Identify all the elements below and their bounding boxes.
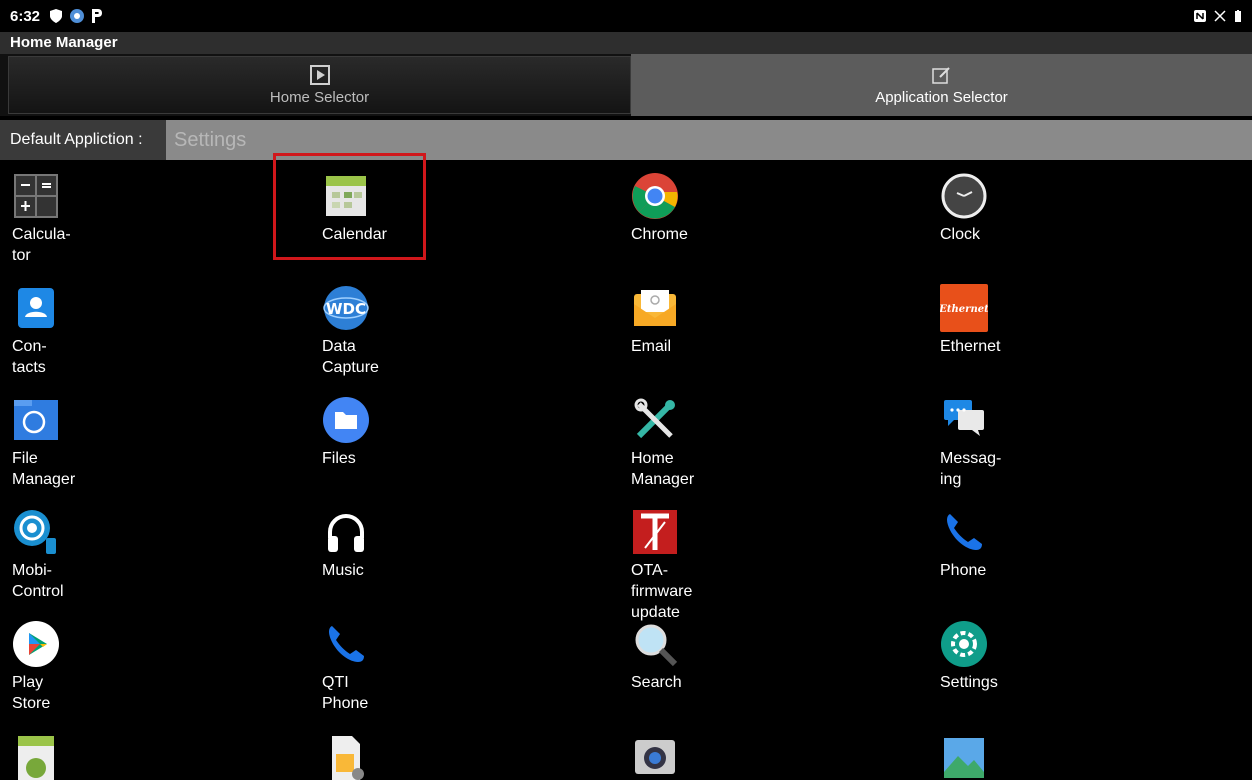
app-label: Mobi- Control	[12, 562, 64, 600]
shield-icon	[50, 9, 63, 23]
app-mobicontrol[interactable]: Mobi- Control	[12, 508, 272, 602]
app-chrome[interactable]: Chrome	[631, 172, 891, 245]
app-calculator[interactable]: Calcula- tor	[12, 172, 272, 266]
app-clock[interactable]: Clock	[940, 172, 1200, 245]
tab-bar: Home Selector Application Selector	[0, 54, 1252, 116]
app-label: Chrome	[631, 226, 688, 243]
settings-icon	[941, 621, 987, 667]
app-settings[interactable]: Settings	[940, 620, 1200, 693]
tab-home-selector-label: Home Selector	[269, 88, 370, 106]
app-label: Play Store	[12, 674, 51, 712]
file-manager-icon	[14, 400, 58, 440]
app-search[interactable]: Search	[631, 620, 891, 693]
contacts-icon	[18, 288, 54, 328]
tab-application-selector[interactable]: Application Selector	[631, 54, 1252, 116]
app-messaging[interactable]: Messag- ing	[940, 396, 1200, 490]
app-row6-4[interactable]	[940, 732, 1200, 780]
app-email[interactable]: Email	[631, 284, 891, 357]
app-data-capture[interactable]: WDC Data Capture	[322, 284, 582, 378]
battery-icon	[1235, 10, 1241, 22]
app-label: Calcula- tor	[12, 226, 71, 264]
app-label: Settings	[940, 674, 998, 691]
app-row6-1[interactable]	[12, 732, 272, 780]
chrome-icon	[632, 173, 678, 219]
data-capture-icon: WDC	[323, 286, 369, 330]
files-icon	[323, 397, 369, 443]
app-label: QTI Phone	[322, 674, 369, 712]
app-label: Music	[322, 562, 364, 579]
svg-text:Ethernet: Ethernet	[940, 304, 988, 315]
android-app-icon	[18, 736, 54, 780]
phone-icon	[329, 626, 364, 662]
headphones-icon	[328, 514, 364, 552]
play-box-icon	[309, 64, 330, 85]
default-application-row: Default Appliction : Settings	[0, 120, 1252, 160]
camera-icon	[635, 740, 675, 774]
globe-icon	[70, 9, 85, 23]
mobicontrol-icon	[14, 510, 56, 554]
app-label: Home Manager	[631, 450, 695, 488]
app-file-manager[interactable]: File Manager	[12, 396, 272, 490]
app-label: Search	[631, 674, 682, 691]
tab-application-selector-label: Application Selector	[875, 88, 1008, 106]
app-ota-firmware-update[interactable]: OTA- firmware update	[631, 508, 891, 623]
app-title-bar: Home Manager	[0, 32, 1252, 54]
calculator-icon	[14, 174, 58, 218]
status-bar: 6:32	[0, 0, 1252, 32]
gallery-icon	[944, 738, 984, 778]
app-music[interactable]: Music	[322, 508, 582, 581]
status-time: 6:32	[10, 7, 41, 25]
app-ethernet[interactable]: Ethernet Ethernet	[940, 284, 1200, 357]
app-row6-2[interactable]	[322, 732, 582, 780]
app-title: Home Manager	[10, 34, 118, 51]
app-label: Con- tacts	[12, 338, 47, 376]
app-label: Clock	[940, 226, 981, 243]
ethernet-icon: Ethernet	[940, 284, 988, 332]
svg-text:WDC: WDC	[326, 300, 366, 318]
no-signal-icon	[1214, 10, 1226, 22]
app-play-store[interactable]: Play Store	[12, 620, 272, 714]
file-settings-icon	[332, 736, 364, 780]
app-label: Data Capture	[322, 338, 379, 376]
play-store-icon	[13, 621, 59, 667]
app-label: Email	[631, 338, 672, 355]
app-files[interactable]: Files	[322, 396, 582, 469]
ota-firmware-icon	[633, 510, 677, 554]
phone-icon	[947, 514, 982, 550]
search-icon	[635, 624, 678, 667]
home-manager-icon	[634, 398, 675, 439]
app-label: Messag- ing	[940, 450, 1002, 488]
nfc-icon	[1194, 10, 1206, 22]
default-application-label: Default Appliction :	[0, 120, 166, 160]
app-label: Phone	[940, 562, 987, 579]
app-label: OTA- firmware update	[631, 562, 693, 621]
app-phone[interactable]: Phone	[940, 508, 1200, 581]
app-label: Files	[322, 450, 356, 467]
edit-box-icon	[931, 66, 950, 84]
app-row6-3[interactable]	[631, 732, 891, 780]
tab-home-selector[interactable]: Home Selector	[8, 56, 631, 114]
app-contacts[interactable]: Con- tacts	[12, 284, 272, 378]
email-icon	[634, 290, 676, 326]
app-qti-phone[interactable]: QTI Phone	[322, 620, 582, 714]
messaging-icon	[944, 400, 984, 436]
app-home-manager[interactable]: Home Manager	[631, 396, 891, 490]
app-label: Ethernet	[940, 338, 1001, 355]
app-label: File Manager	[12, 450, 76, 488]
clock-icon	[941, 173, 987, 219]
highlight-box	[273, 153, 426, 260]
p-icon	[92, 9, 103, 23]
